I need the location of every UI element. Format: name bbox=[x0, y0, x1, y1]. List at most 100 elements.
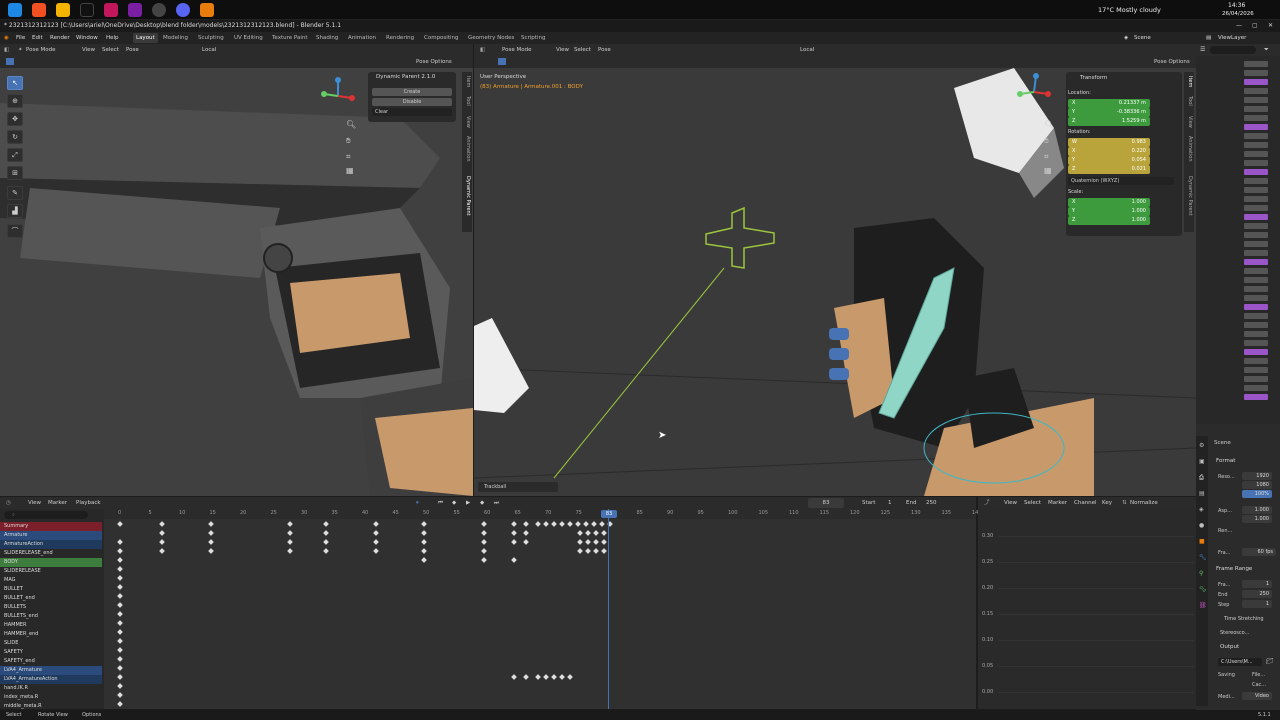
properties-editor[interactable]: ⚙ ▣ ⎙ ▤ ◈ ● ■ 🔧︎ ⚲ 🦴︎ ⛓︎ Scene Format Re… bbox=[1196, 424, 1280, 710]
menu-window[interactable]: Window bbox=[76, 32, 98, 44]
keyframe[interactable] bbox=[117, 692, 123, 698]
visibility-toggle-icon[interactable] bbox=[1244, 142, 1268, 148]
channel-row[interactable]: SLIDERELEASE_end bbox=[0, 549, 102, 558]
keyframe[interactable] bbox=[535, 521, 541, 527]
object-tab-icon[interactable]: ■ bbox=[1199, 538, 1205, 545]
close-icon[interactable]: ✕ bbox=[1268, 20, 1273, 32]
channel-row[interactable]: Summary bbox=[0, 522, 102, 531]
right-menu-view[interactable]: View bbox=[556, 44, 569, 56]
visibility-toggle-icon[interactable] bbox=[1244, 259, 1268, 265]
keyframe[interactable] bbox=[117, 521, 123, 527]
keyframe[interactable] bbox=[593, 539, 599, 545]
viewlayer-selector[interactable]: ViewLayer bbox=[1218, 32, 1246, 44]
outliner-row[interactable] bbox=[1196, 96, 1280, 104]
keyframe[interactable] bbox=[593, 548, 599, 554]
jump-start-icon[interactable]: ⏮ bbox=[438, 497, 443, 509]
graph-editor-icon[interactable]: ⤴ bbox=[984, 497, 990, 509]
keyframe[interactable] bbox=[601, 539, 607, 545]
folder-browse-icon[interactable]: 📁︎ bbox=[1266, 658, 1274, 665]
keyframe[interactable] bbox=[511, 557, 517, 563]
graph-menu-select[interactable]: Select bbox=[1024, 497, 1041, 509]
visibility-toggle-icon[interactable] bbox=[1244, 232, 1268, 238]
keyframe[interactable] bbox=[523, 539, 529, 545]
pan-hand-icon-right[interactable]: ✋︎ bbox=[1044, 136, 1049, 146]
jump-end-icon[interactable]: ⏭ bbox=[494, 497, 499, 509]
keyframe[interactable] bbox=[117, 683, 123, 689]
right-menu-select[interactable]: Select bbox=[574, 44, 591, 56]
bone-tab-icon[interactable]: 🦴︎ bbox=[1199, 586, 1207, 593]
outliner-row[interactable] bbox=[1196, 69, 1280, 77]
clock-date[interactable]: 26/04/2026 bbox=[1222, 11, 1254, 17]
keyframe[interactable] bbox=[117, 647, 123, 653]
outliner-row[interactable] bbox=[1196, 240, 1280, 248]
keyframe[interactable] bbox=[601, 530, 607, 536]
transform-tool-icon[interactable]: ⊞ bbox=[7, 166, 23, 180]
menu-file[interactable]: File bbox=[16, 32, 25, 44]
playhead-frame-badge[interactable]: 83 bbox=[601, 510, 617, 518]
keyframe[interactable] bbox=[599, 521, 605, 527]
discord-icon[interactable] bbox=[176, 3, 190, 17]
tab-tool[interactable]: Tool bbox=[463, 96, 471, 106]
tab-view-right[interactable]: View bbox=[1185, 116, 1193, 128]
visibility-toggle-icon[interactable] bbox=[1244, 124, 1268, 130]
keyframe[interactable] bbox=[481, 521, 487, 527]
outliner-row[interactable] bbox=[1196, 186, 1280, 194]
right-mode-selector[interactable]: Pose Mode bbox=[502, 44, 531, 56]
world-tab-icon[interactable]: ● bbox=[1199, 522, 1204, 529]
outliner-row[interactable] bbox=[1196, 384, 1280, 392]
keyframe[interactable] bbox=[373, 521, 379, 527]
playhead[interactable] bbox=[608, 509, 609, 709]
camera-icon[interactable]: ⌗ bbox=[346, 152, 351, 162]
keyframe[interactable] bbox=[421, 557, 427, 563]
right-orientation[interactable]: Local bbox=[800, 44, 814, 56]
visibility-toggle-icon[interactable] bbox=[1244, 178, 1268, 184]
outliner-row[interactable] bbox=[1196, 114, 1280, 122]
scale-tool-icon[interactable]: ⤢ bbox=[7, 148, 23, 162]
constraint-tab-icon[interactable]: ⛓︎ bbox=[1199, 602, 1207, 609]
visibility-toggle-icon[interactable] bbox=[1244, 214, 1268, 220]
tab-sculpting[interactable]: Sculpting bbox=[195, 33, 227, 43]
keyframe[interactable] bbox=[559, 521, 565, 527]
outliner-row[interactable] bbox=[1196, 339, 1280, 347]
graph-menu-view[interactable]: View bbox=[1004, 497, 1017, 509]
location-y-field[interactable]: Y -0.38336 m bbox=[1068, 108, 1150, 117]
keyframe[interactable] bbox=[287, 521, 293, 527]
keyframe[interactable] bbox=[585, 530, 591, 536]
channel-search[interactable]: ⌕ bbox=[4, 511, 88, 519]
app-icon[interactable] bbox=[104, 3, 118, 17]
outliner-row[interactable] bbox=[1196, 150, 1280, 158]
tab-shading[interactable]: Shading bbox=[313, 33, 341, 43]
outliner-row[interactable] bbox=[1196, 294, 1280, 302]
keyframe[interactable] bbox=[117, 539, 123, 545]
keyframe[interactable] bbox=[481, 530, 487, 536]
channel-row[interactable]: MAG bbox=[0, 576, 102, 585]
visibility-toggle-icon[interactable] bbox=[1244, 106, 1268, 112]
keyframe[interactable] bbox=[208, 539, 214, 545]
visibility-toggle-icon[interactable] bbox=[1244, 61, 1268, 67]
keyframe[interactable] bbox=[523, 530, 529, 536]
keyframe[interactable] bbox=[287, 548, 293, 554]
keyframe[interactable] bbox=[577, 539, 583, 545]
channel-row[interactable]: BULLET_end bbox=[0, 594, 102, 603]
measure-tool-icon[interactable]: ▟ bbox=[7, 204, 23, 218]
start-icon[interactable] bbox=[8, 3, 22, 17]
output-tab-icon[interactable]: ⎙ bbox=[1199, 474, 1204, 482]
tab-animation[interactable]: Animation bbox=[463, 136, 471, 162]
resolution-y-field[interactable]: 1080 bbox=[1242, 481, 1272, 489]
outliner-row[interactable] bbox=[1196, 168, 1280, 176]
visibility-toggle-icon[interactable] bbox=[1244, 268, 1268, 274]
graph-menu-channel[interactable]: Channel bbox=[1074, 497, 1097, 509]
outliner-editor-icon[interactable]: ☰ bbox=[1200, 46, 1205, 53]
aspect-y-field[interactable]: 1.000 bbox=[1242, 515, 1272, 523]
timeline-menu-view[interactable]: View bbox=[28, 497, 41, 509]
clock-time[interactable]: 14:36 bbox=[1228, 2, 1245, 9]
outliner[interactable]: ☰ ⏷ bbox=[1196, 44, 1280, 424]
select-mode-icon-right[interactable] bbox=[498, 58, 506, 65]
outliner-row[interactable] bbox=[1196, 348, 1280, 356]
graph-menu-marker[interactable]: Marker bbox=[1048, 497, 1067, 509]
scale-x-field[interactable]: X 1.000 bbox=[1068, 198, 1150, 207]
keyframe[interactable] bbox=[117, 557, 123, 563]
weather-text[interactable]: 17°C Mostly cloudy bbox=[1098, 6, 1161, 14]
frame-end-field[interactable]: 250 bbox=[1242, 590, 1272, 598]
zoom-icon-right[interactable]: 🔍︎ bbox=[1044, 120, 1054, 129]
